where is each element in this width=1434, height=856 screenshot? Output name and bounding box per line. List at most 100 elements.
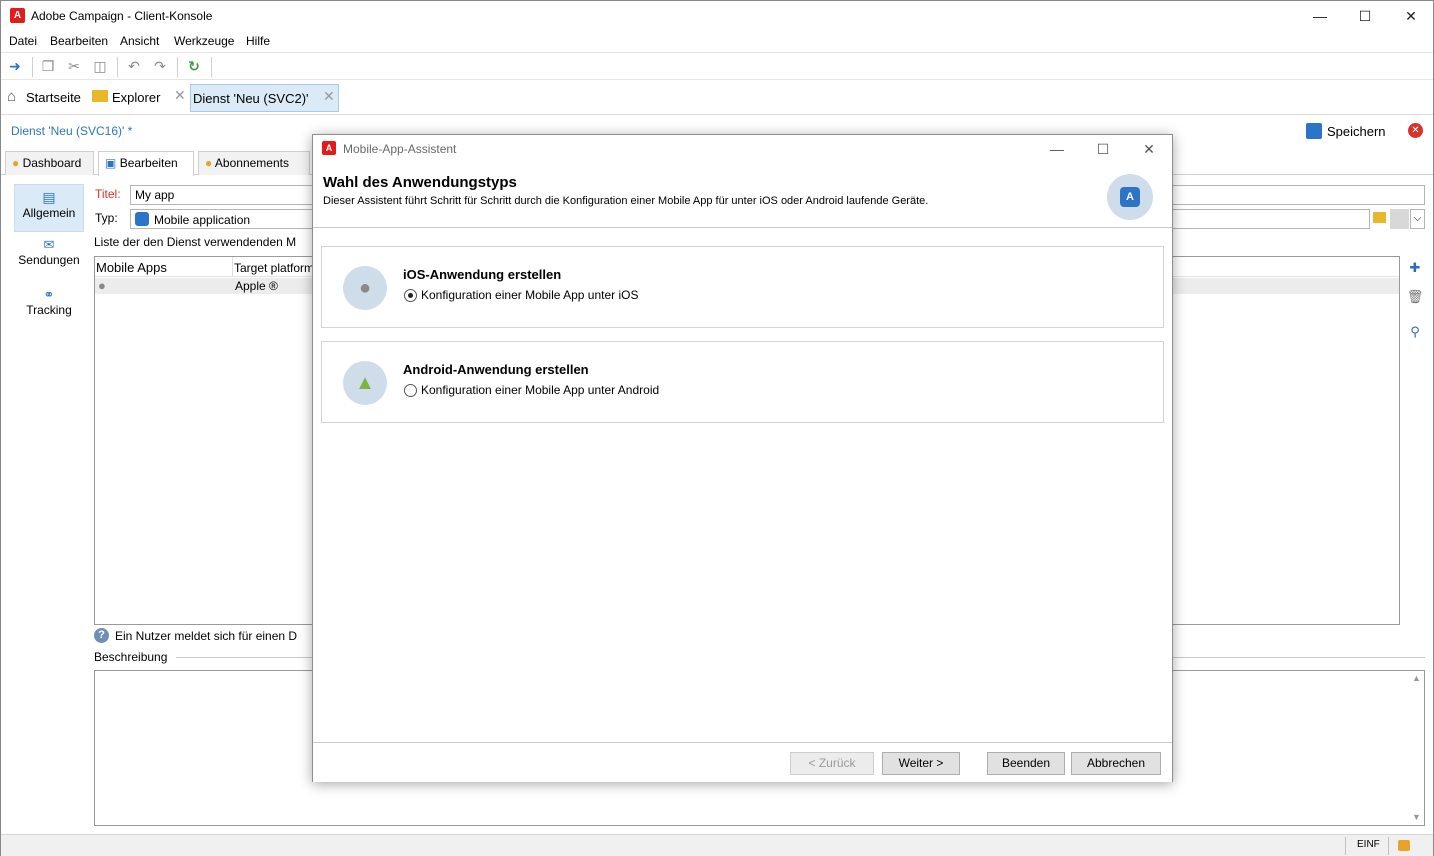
back-button[interactable]: < Zurück <box>790 752 874 775</box>
person-icon: ● <box>205 156 213 170</box>
dialog-maximize-button[interactable]: ☐ <box>1080 135 1126 163</box>
save-icon <box>1306 123 1322 139</box>
close-tab-icon[interactable]: ✕ <box>174 87 186 104</box>
platform-cell: Apple ® <box>235 279 278 293</box>
cut-icon[interactable]: ✂ <box>65 57 83 75</box>
person-icon: ● <box>12 156 20 170</box>
android-icon: ▲ <box>343 361 387 405</box>
refresh-icon[interactable]: ↻ <box>185 57 203 75</box>
scroll-up-icon[interactable]: ▲ <box>1412 673 1421 683</box>
clipboard-icon: ▤ <box>42 189 56 205</box>
nav-home[interactable]: Startseite <box>26 90 81 105</box>
title-value: My app <box>135 188 175 202</box>
list-label: Liste der den Dienst verwendenden M <box>94 235 297 249</box>
status-separator <box>1345 837 1346 855</box>
adobe-logo-icon: A <box>10 8 25 23</box>
language-indicator: EINF <box>1357 839 1380 850</box>
gear-icon[interactable] <box>1390 209 1409 229</box>
trash-icon[interactable]: 🗑 <box>1406 289 1424 307</box>
next-button[interactable]: Weiter > <box>882 752 960 775</box>
close-editor-icon[interactable]: ✕ <box>1408 123 1423 138</box>
maximize-button[interactable]: ☐ <box>1342 1 1388 31</box>
help-icon: ? <box>94 628 109 643</box>
tab-abonnements[interactable]: ● Abonnements <box>198 151 310 175</box>
dialog-heading: Wahl des Anwendungstyps <box>323 174 517 191</box>
tab-label: Dashboard <box>22 156 82 170</box>
document-title: Dienst 'Neu (SVC16)' * <box>11 124 133 138</box>
android-option[interactable]: ▲ Android-Anwendung erstellen Konfigurat… <box>321 341 1164 423</box>
dialog-close-button[interactable]: ✕ <box>1126 135 1172 163</box>
finish-button[interactable]: Beenden <box>987 752 1065 775</box>
scroll-down-icon[interactable]: ▼ <box>1412 812 1421 822</box>
dialog-footer: < Zurück Weiter > Beenden Abbrechen <box>313 742 1172 782</box>
tab-dienst-svc2[interactable]: Dienst 'Neu (SVC2)' ✕ <box>190 84 339 112</box>
sidebar-item-label: Allgemein <box>22 206 76 220</box>
redo-icon[interactable]: ↷ <box>151 57 169 75</box>
menu-datei[interactable]: Datei <box>9 34 37 48</box>
apple-icon: ● <box>98 278 106 293</box>
wizard-badge: A <box>1107 174 1153 220</box>
folder-icon[interactable] <box>1373 212 1386 223</box>
description-label: Beschreibung <box>94 650 168 664</box>
editor-sidebar: ▤ Allgemein ✉ Sendungen ⚭ Tracking <box>9 181 89 831</box>
save-button[interactable]: Speichern <box>1327 124 1386 139</box>
connect-icon[interactable]: ➜ <box>6 57 24 75</box>
undo-icon[interactable]: ↶ <box>125 57 143 75</box>
title-bar: A Adobe Campaign - Client-Konsole — ☐ ✕ <box>1 1 1433 31</box>
ios-radio-label[interactable]: Konfiguration einer Mobile App unter iOS <box>421 288 638 302</box>
sidebar-item-tracking[interactable]: ⚭ Tracking <box>14 287 84 327</box>
chevron-down-icon[interactable]: ⌵ <box>1410 209 1425 229</box>
apple-icon: ● <box>343 266 387 310</box>
menu-ansicht[interactable]: Ansicht <box>120 34 159 48</box>
link-icon: ⚭ <box>43 287 55 302</box>
active-tab-label: Dienst 'Neu (SVC2)' <box>193 91 309 106</box>
ios-radio[interactable] <box>404 289 417 302</box>
mobile-app-icon <box>135 212 149 226</box>
toolbar-separator <box>211 57 212 77</box>
tab-bearbeiten[interactable]: ▣ Bearbeiten <box>98 151 194 176</box>
nav-explorer[interactable]: Explorer <box>112 90 160 105</box>
adobe-logo-icon: A <box>322 141 336 155</box>
minimize-button[interactable]: — <box>1297 1 1343 31</box>
toolbar-separator <box>32 57 33 77</box>
tab-label: Bearbeiten <box>119 156 178 170</box>
menu-bearbeiten[interactable]: Bearbeiten <box>50 34 108 48</box>
mobile-app-icon: A <box>1120 187 1140 207</box>
mail-icon: ✉ <box>43 237 55 252</box>
close-tab-icon[interactable]: ✕ <box>323 88 335 105</box>
add-icon[interactable]: ✚ <box>1406 260 1424 278</box>
dialog-title: Mobile-App-Assistent <box>343 142 457 156</box>
sidebar-item-sendungen[interactable]: ✉ Sendungen <box>14 237 84 277</box>
android-radio-label[interactable]: Konfiguration einer Mobile App unter And… <box>421 383 659 397</box>
type-label: Typ: <box>95 211 118 225</box>
search-icon[interactable]: ⚲ <box>1406 324 1424 342</box>
dialog-minimize-button[interactable]: — <box>1034 135 1080 163</box>
column-target-platform[interactable]: Target platform <box>234 261 314 275</box>
lock-icon <box>1398 840 1410 851</box>
navigation-bar: ⌂ Startseite Explorer ✕ Dienst 'Neu (SVC… <box>1 82 1433 115</box>
tab-dashboard[interactable]: ● Dashboard <box>5 151 94 175</box>
toolbar-separator <box>177 57 178 77</box>
toolbar-separator <box>117 57 118 77</box>
edit-window-icon: ▣ <box>105 156 117 170</box>
ios-option-title: iOS-Anwendung erstellen <box>403 267 562 282</box>
toolbar: ➜ ❐ ✂ ◫ ↶ ↷ ↻ <box>1 52 1433 80</box>
cancel-button[interactable]: Abbrechen <box>1071 752 1161 775</box>
android-radio[interactable] <box>404 384 417 397</box>
menu-werkzeuge[interactable]: Werkzeuge <box>174 34 234 48</box>
android-option-title: Android-Anwendung erstellen <box>403 362 589 377</box>
sidebar-item-allgemein[interactable]: ▤ Allgemein <box>14 184 84 232</box>
copy-icon[interactable]: ❐ <box>39 57 57 75</box>
column-divider <box>232 257 233 277</box>
mobile-app-wizard-dialog: A Mobile-App-Assistent — ☐ ✕ Wahl des An… <box>312 134 1173 782</box>
close-window-button[interactable]: ✕ <box>1388 1 1434 31</box>
status-separator <box>1388 837 1389 855</box>
paste-icon[interactable]: ◫ <box>91 57 109 75</box>
menu-hilfe[interactable]: Hilfe <box>246 34 270 48</box>
folder-icon <box>92 90 108 102</box>
column-mobile-apps[interactable]: Mobile Apps <box>96 260 167 275</box>
type-value: Mobile application <box>154 213 251 227</box>
ios-option[interactable]: ● iOS-Anwendung erstellen Konfiguration … <box>321 246 1164 328</box>
dialog-header: Wahl des Anwendungstyps Dieser Assistent… <box>313 164 1172 228</box>
home-icon: ⌂ <box>7 88 17 105</box>
